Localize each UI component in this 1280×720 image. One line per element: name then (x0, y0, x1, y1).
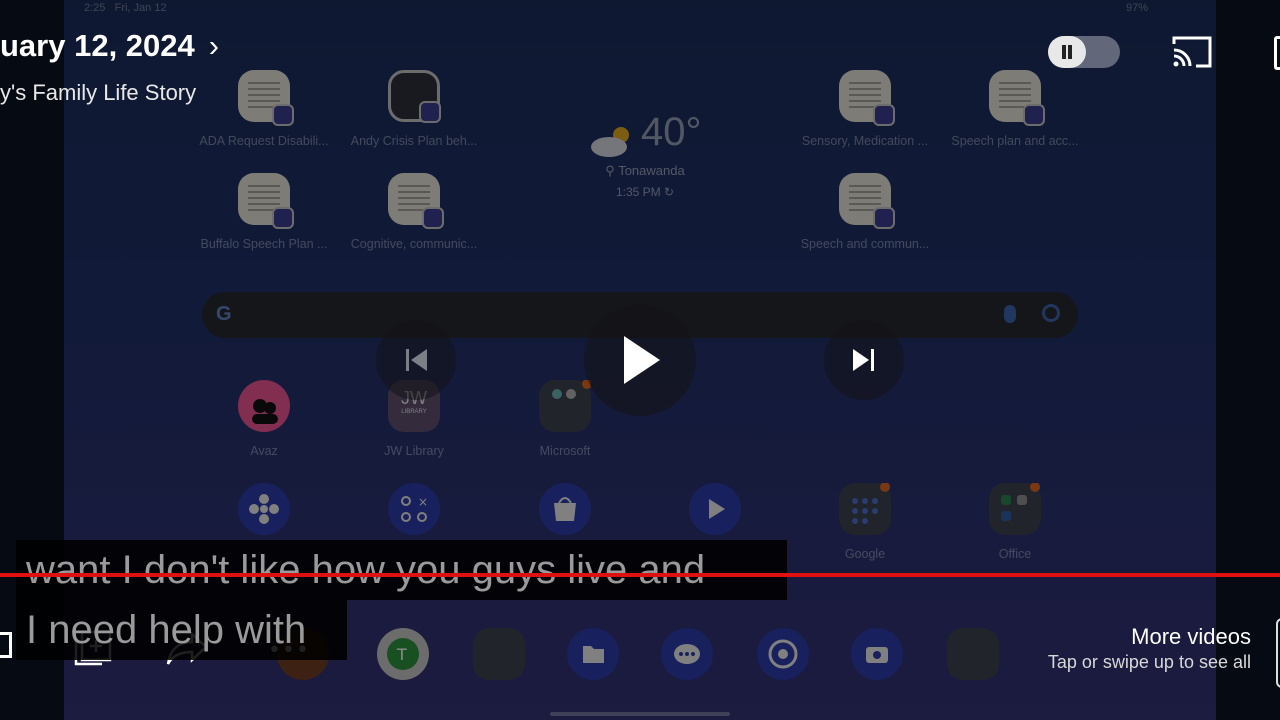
app-shortcut: Cognitive, communic... (339, 173, 489, 251)
app-label: Cognitive, communic... (350, 237, 478, 251)
app-shortcut: Speech plan and acc... (940, 70, 1090, 148)
app-label: Microsoft (539, 444, 591, 458)
app-label: Avaz (250, 444, 278, 458)
document-icon (238, 70, 294, 126)
app-office-folder: Office (940, 482, 1090, 561)
tablet-status-battery: 97% (1126, 2, 1148, 14)
pause-icon (1048, 36, 1086, 68)
status-time: 2:25 (84, 2, 106, 14)
app-shortcut: × (339, 483, 489, 535)
app-shortcut (189, 483, 339, 535)
app-label: Speech plan and acc... (951, 134, 1079, 148)
more-videos-thumbnail[interactable] (1276, 618, 1280, 688)
svg-text:×: × (418, 495, 428, 509)
dock-app (898, 628, 1048, 680)
chevron-right-icon: › (208, 28, 220, 63)
progress-bar[interactable] (0, 573, 1280, 577)
app-shortcut: Buffalo Speech Plan ... (189, 173, 339, 251)
app-shortcut (490, 483, 640, 535)
cast-icon[interactable] (1170, 34, 1214, 74)
app-shortcut: Sensory, Medication ... (790, 70, 940, 148)
play-button[interactable] (584, 304, 696, 416)
folder-badge-icon (272, 104, 294, 126)
title-text: uary 12, 2024 (0, 28, 195, 63)
more-videos-hint: Tap or swipe up to see all (1047, 652, 1251, 672)
app-label: Buffalo Speech Plan ... (200, 237, 328, 251)
app-shortcut: Speech and commun... (790, 173, 940, 251)
like-icon[interactable] (0, 632, 12, 658)
document-icon (388, 173, 444, 229)
letterbox-right (1216, 0, 1280, 720)
document-icon (238, 173, 294, 229)
lens-icon (1042, 304, 1060, 322)
app-shortcut: Andy Crisis Plan beh... (339, 70, 489, 148)
cloud-sun-icon (590, 126, 629, 157)
document-icon (839, 173, 895, 229)
status-date: Fri, Jan 12 (114, 2, 167, 14)
folder-badge-icon (272, 207, 294, 229)
google-logo-icon: G (216, 303, 232, 325)
play-store-icon (689, 483, 741, 535)
document-icon (388, 70, 441, 123)
app-shortcut: ADA Request Disabili... (189, 70, 339, 148)
apps-folder-icon (947, 628, 999, 680)
previous-button[interactable] (376, 320, 456, 400)
folder-icon (989, 482, 1041, 535)
app-label: Sensory, Medication ... (801, 134, 929, 148)
app-label: JW Library (384, 444, 444, 458)
jw-icon-sub: LIBRARY (401, 409, 427, 415)
video-title[interactable]: uary 12, 2024 › (0, 28, 219, 64)
next-button[interactable] (824, 320, 904, 400)
folder-badge-icon (873, 104, 895, 126)
refresh-icon: ↻ (663, 184, 675, 199)
folder-icon (539, 379, 592, 432)
channel-subtitle[interactable]: y's Family Life Story (0, 80, 196, 106)
caption-line-1: want I don't like how you guys live and (16, 540, 787, 600)
app-label: Office (998, 547, 1032, 561)
more-videos-title[interactable]: More videos (1131, 624, 1251, 650)
svg-text:T: T (396, 645, 407, 664)
app-google-folder: Google (790, 482, 940, 561)
avaz-icon (238, 380, 290, 432)
t-app-icon: T (377, 628, 429, 680)
app-label: ADA Request Disabili... (199, 134, 329, 148)
folder-badge-icon (1023, 104, 1045, 126)
camera-icon (851, 628, 903, 680)
document-icon (839, 70, 895, 126)
app-shortcut (640, 483, 790, 535)
skip-next-icon (853, 349, 874, 371)
location-pin-icon: ⚲ (605, 162, 615, 178)
weather-temp: 40° (640, 110, 702, 154)
play-icon (624, 336, 660, 384)
messages-icon (661, 628, 713, 680)
apps-grid-icon: × (388, 483, 440, 535)
flower-icon (238, 483, 290, 535)
mic-icon (1004, 305, 1016, 323)
fullscreen-exit-icon[interactable] (1274, 36, 1280, 70)
app-avaz: Avaz (189, 380, 339, 458)
tablet-status-bar: 2:25 Fri, Jan 12 (84, 2, 167, 14)
shopping-bag-icon (539, 483, 591, 535)
folder-icon (839, 482, 891, 535)
battery-text: 97% (1126, 2, 1149, 14)
app-label: Speech and commun... (800, 237, 930, 251)
document-icon (989, 70, 1045, 126)
folder-badge-icon (873, 207, 895, 229)
folder-badge-icon (422, 207, 444, 229)
autoplay-toggle[interactable] (1048, 36, 1120, 68)
caption-line-2: I need help with (16, 600, 347, 660)
app-label: Google (844, 547, 886, 561)
skip-previous-icon (406, 349, 427, 371)
weather-updated: 1:35 PM (615, 184, 661, 199)
weather-widget: 40° ⚲ Tonawanda 1:35 PM ↻ (580, 110, 710, 199)
weather-location: Tonawanda (618, 162, 685, 178)
app-label: Andy Crisis Plan beh... (350, 134, 478, 148)
home-indicator (550, 712, 730, 716)
folder-badge-icon (419, 101, 441, 123)
